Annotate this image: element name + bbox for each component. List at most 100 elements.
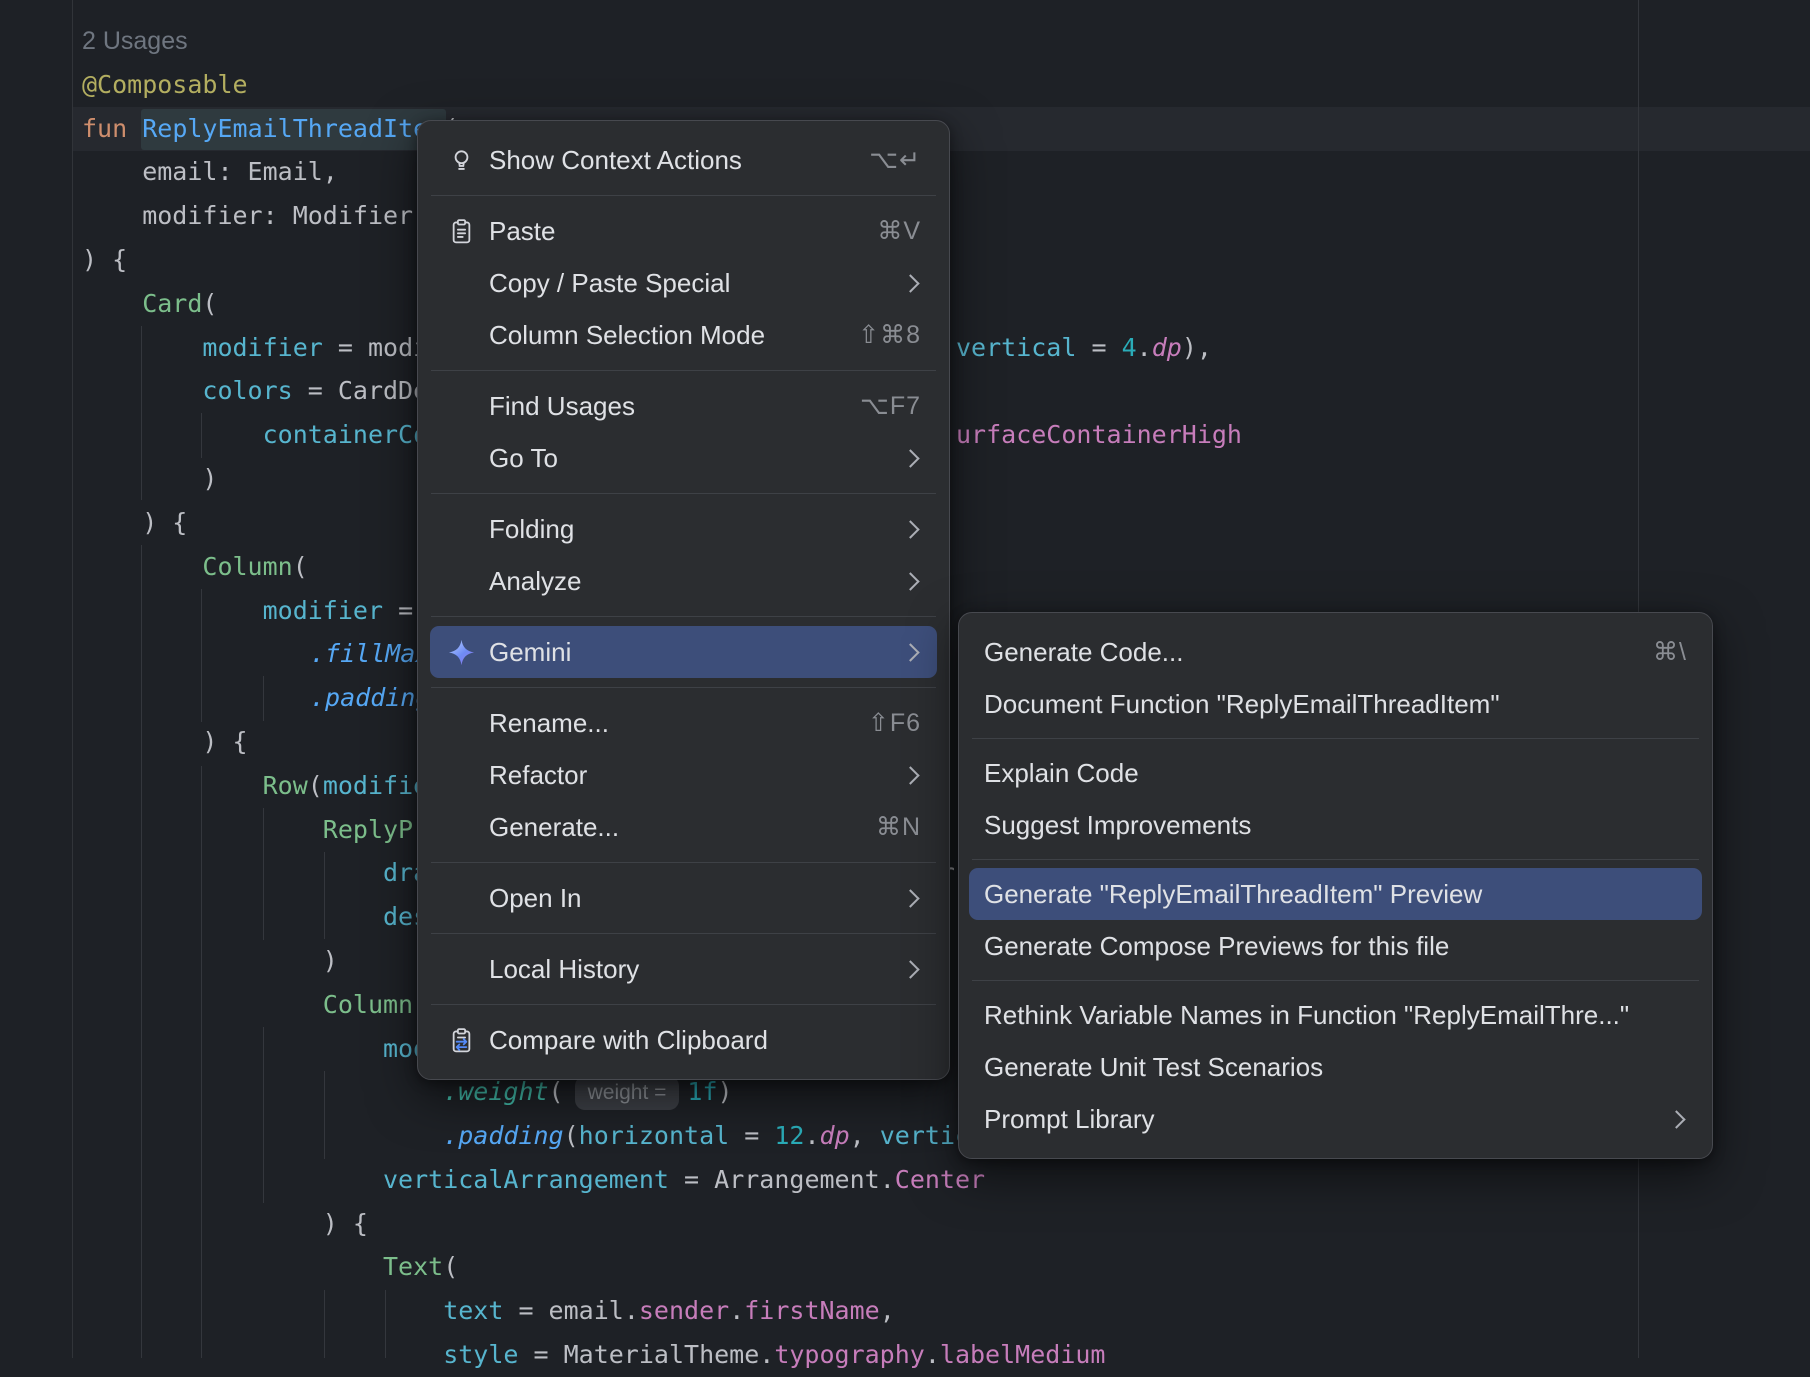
- chevron-right-icon: [901, 960, 919, 978]
- menu-separator: [431, 862, 936, 863]
- menu-separator: [431, 195, 936, 196]
- menu-item-label: Document Function "ReplyEmailThreadItem": [984, 689, 1674, 720]
- code-token: 1f: [687, 1077, 717, 1106]
- code-token: modifier: [263, 596, 383, 625]
- icon-spacer: [446, 708, 476, 738]
- editor-context-menu: Show Context Actions⌥↵ Paste⌘V Copy / Past…: [417, 120, 950, 1080]
- code-token: .: [729, 1296, 744, 1325]
- shortcut-label: ⌘N: [876, 812, 921, 842]
- code-line[interactable]: text = email.sender.firstName,: [0, 1289, 1810, 1333]
- menu-item-label: Folding: [489, 514, 891, 545]
- chevron-right-icon: [901, 449, 919, 467]
- code-token: ,: [880, 1296, 895, 1325]
- code-token: =: [729, 1121, 774, 1150]
- menu-item-label: Copy / Paste Special: [489, 268, 891, 299]
- code-token: Row: [263, 771, 308, 800]
- menu-item-show-context-actions[interactable]: Show Context Actions⌥↵: [430, 134, 937, 186]
- menu-item-explain-code[interactable]: Explain Code: [969, 747, 1702, 799]
- menu-item-copy-paste-special[interactable]: Copy / Paste Special: [430, 257, 937, 309]
- code-token: vertical: [956, 333, 1076, 362]
- menu-item-analyze[interactable]: Analyze: [430, 555, 937, 607]
- menu-item-label: Paste: [489, 216, 864, 247]
- code-token: =: [1076, 333, 1121, 362]
- code-token: ): [323, 946, 338, 975]
- gemini-star-icon: [446, 637, 476, 667]
- lightbulb-icon: [446, 145, 476, 175]
- menu-item-label: Suggest Improvements: [984, 810, 1674, 841]
- code-token: text: [443, 1296, 503, 1325]
- icon-spacer: [446, 320, 476, 350]
- shortcut-label: ⇧F6: [868, 708, 921, 738]
- menu-item-generate[interactable]: Generate...⌘N: [430, 801, 937, 853]
- menu-item-generate-compose-previews-for-this-file[interactable]: Generate Compose Previews for this file: [969, 920, 1702, 972]
- icon-spacer: [446, 566, 476, 596]
- menu-item-label: Local History: [489, 954, 891, 985]
- menu-item-suggest-improvements[interactable]: Suggest Improvements: [969, 799, 1702, 851]
- menu-item-folding[interactable]: Folding: [430, 503, 937, 555]
- code-token: typography: [774, 1340, 925, 1369]
- menu-item-compare-with-clipboard[interactable]: Compare with Clipboard: [430, 1014, 937, 1066]
- code-token: .padding: [443, 1121, 563, 1150]
- menu-item-rename[interactable]: Rename... ⇧F6: [430, 697, 937, 749]
- code-token: firstName: [744, 1296, 879, 1325]
- code-token: ) {: [202, 727, 247, 756]
- code-line[interactable]: style = MaterialTheme.typography.labelMe…: [0, 1333, 1810, 1377]
- code-token: ) {: [142, 508, 187, 537]
- code-token: labelMedium: [940, 1340, 1106, 1369]
- menu-item-go-to[interactable]: Go To: [430, 432, 937, 484]
- menu-item-label: Find Usages: [489, 391, 847, 422]
- icon-spacer: [446, 443, 476, 473]
- code-line[interactable]: ) {: [0, 1202, 1810, 1246]
- icon-spacer: [446, 883, 476, 913]
- menu-item-column-selection-mode[interactable]: Column Selection Mode ⇧⌘8: [430, 309, 937, 361]
- code-token: fun: [82, 114, 142, 143]
- menu-item-gemini[interactable]: Gemini: [430, 626, 937, 678]
- code-token: 12: [774, 1121, 804, 1150]
- chevron-right-icon: [901, 520, 919, 538]
- menu-item-document-function-replyemailthreaditem[interactable]: Document Function "ReplyEmailThreadItem": [969, 678, 1702, 730]
- code-token: (: [202, 289, 217, 318]
- menu-item-refactor[interactable]: Refactor: [430, 749, 937, 801]
- menu-item-label: Column Selection Mode: [489, 320, 845, 351]
- menu-item-generate-unit-test-scenarios[interactable]: Generate Unit Test Scenarios: [969, 1041, 1702, 1093]
- menu-item-label: Rethink Variable Names in Function "Repl…: [984, 1000, 1674, 1031]
- code-token: @Composable: [82, 70, 248, 99]
- shortcut-label: ⌥↵: [869, 145, 921, 175]
- menu-separator: [431, 933, 936, 934]
- menu-item-prompt-library[interactable]: Prompt Library: [969, 1093, 1702, 1145]
- code-token: Text: [383, 1252, 443, 1281]
- code-token: (: [549, 1077, 564, 1106]
- code-token: dp: [1152, 333, 1182, 362]
- menu-item-label: Prompt Library: [984, 1104, 1657, 1135]
- code-line[interactable]: @Composable: [0, 63, 1810, 107]
- menu-separator: [972, 980, 1699, 981]
- chevron-right-icon: [1667, 1110, 1685, 1128]
- code-token: (: [293, 552, 308, 581]
- menu-item-rethink-variable-names-in-function-replyemailthre[interactable]: Rethink Variable Names in Function "Repl…: [969, 989, 1702, 1041]
- code-line[interactable]: verticalArrangement = Arrangement.Center: [0, 1158, 1810, 1202]
- code-token: horizontal: [579, 1121, 730, 1150]
- menu-item-generate-code[interactable]: Generate Code...⌘\: [969, 626, 1702, 678]
- menu-item-open-in[interactable]: Open In: [430, 872, 937, 924]
- code-line[interactable]: 2 Usages: [0, 19, 1810, 63]
- menu-item-label: Rename...: [489, 708, 855, 739]
- menu-item-local-history[interactable]: Local History: [430, 943, 937, 995]
- menu-item-label: Refactor: [489, 760, 891, 791]
- code-token: email: Email,: [142, 157, 338, 186]
- shortcut-label: ⇧⌘8: [858, 320, 921, 350]
- code-token: .padding: [310, 683, 430, 712]
- clipboard-icon: [446, 216, 476, 246]
- chevron-right-icon: [901, 889, 919, 907]
- menu-item-label: Gemini: [489, 637, 891, 668]
- code-token: .weight: [443, 1077, 548, 1106]
- chevron-right-icon: [901, 572, 919, 590]
- code-token: ) {: [323, 1209, 368, 1238]
- code-token: (: [564, 1121, 579, 1150]
- shortcut-label: ⌥F7: [860, 391, 921, 421]
- icon-spacer: [446, 391, 476, 421]
- code-line[interactable]: Text(: [0, 1245, 1810, 1289]
- menu-item-find-usages[interactable]: Find Usages ⌥F7: [430, 380, 937, 432]
- menu-item-generate-replyemailthreaditem-preview[interactable]: Generate "ReplyEmailThreadItem" Preview: [969, 868, 1702, 920]
- menu-item-paste[interactable]: Paste⌘V: [430, 205, 937, 257]
- menu-item-label: Generate Code...: [984, 637, 1640, 668]
